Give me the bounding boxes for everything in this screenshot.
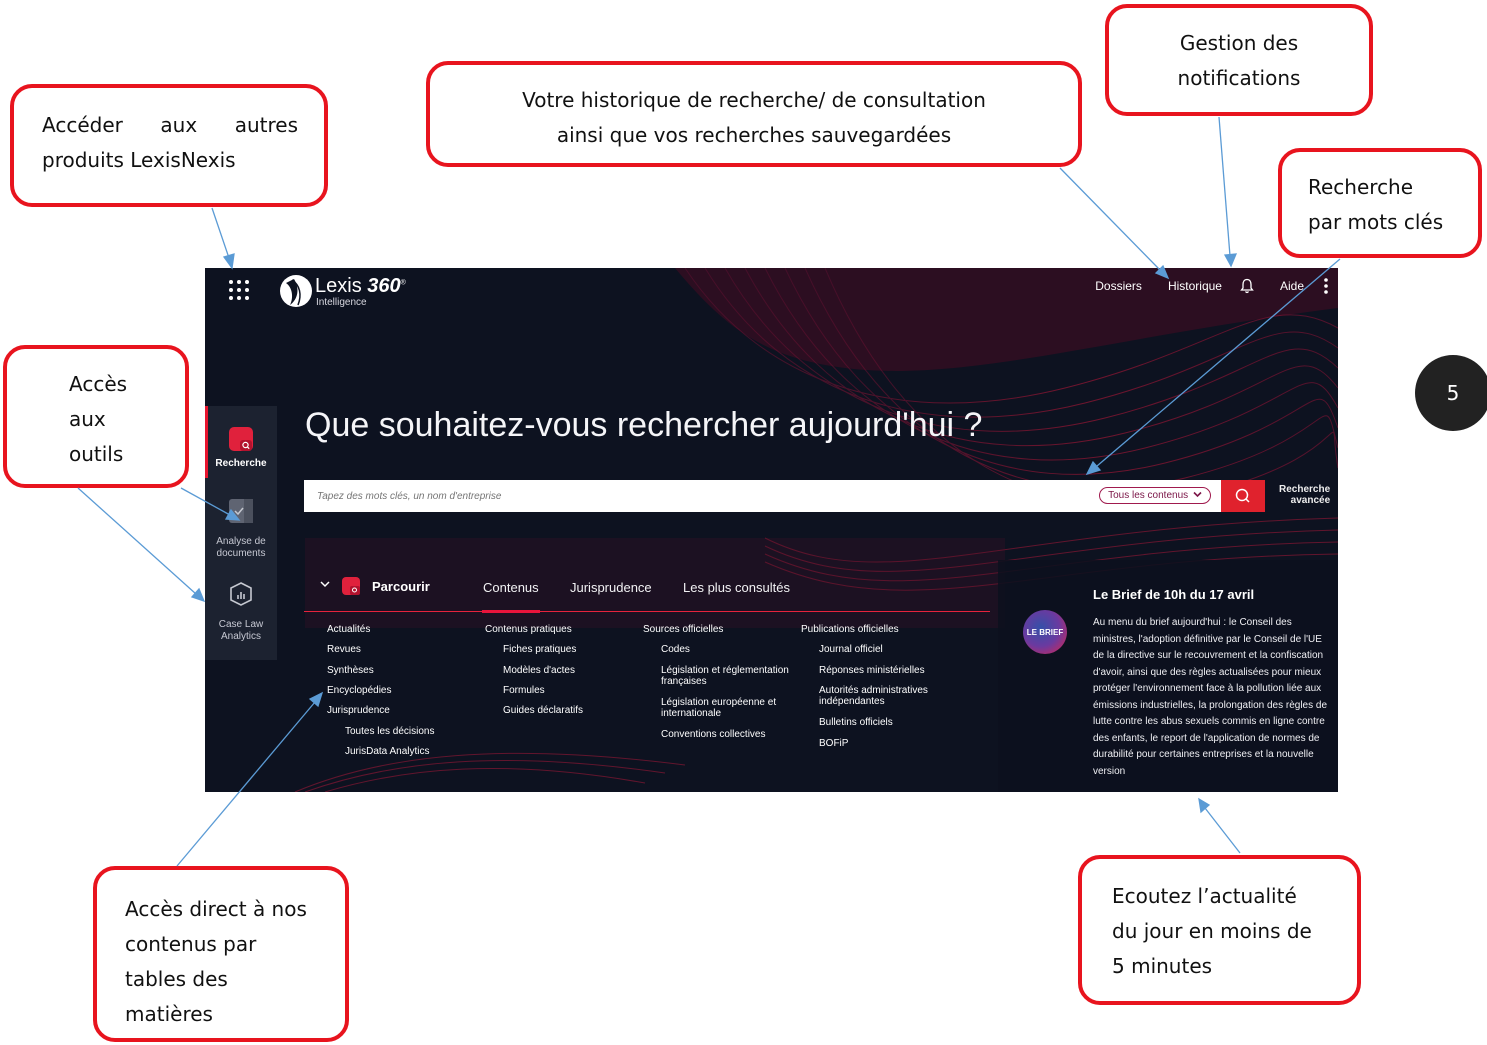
menu-subitem[interactable]: Réponses ministérielles <box>819 665 925 676</box>
menu-item[interactable]: Revues <box>327 644 361 655</box>
callout-text: Gestion des <box>1179 31 1299 55</box>
nav-historique[interactable]: Historique <box>1168 279 1222 293</box>
callout-text: Accès <box>69 372 128 396</box>
menu-subitem[interactable]: Codes <box>661 644 690 655</box>
callout-other-products: Accéder aux autres produits LexisNexis <box>10 84 328 207</box>
case-law-analytics-icon <box>230 582 252 606</box>
sidebar-label-caselaw-1: Case Law <box>218 619 264 630</box>
callout-brief: Ecoutez l’actualité du jour en moins de … <box>1078 855 1361 1005</box>
advanced-search-label-2: avancée <box>1290 495 1331 506</box>
callout-text: notifications <box>1177 66 1301 90</box>
menu-subitem[interactable]: Fiches pratiques <box>503 644 576 655</box>
nav-aide[interactable]: Aide <box>1280 279 1304 293</box>
page-number-badge: 5 <box>1415 355 1487 431</box>
brand-subtitle: Intelligence <box>316 297 367 308</box>
menu-item[interactable]: Encyclopédies <box>327 685 391 696</box>
callout-text: matières <box>125 1002 213 1026</box>
brand-name-text: Lexis <box>315 275 362 297</box>
menu-subitem[interactable]: Toutes les décisions <box>345 726 435 737</box>
callout-text: ainsi que vos recherches sauvegardées <box>556 123 952 147</box>
menu-subitem[interactable]: Formules <box>503 685 545 696</box>
browse-icon <box>342 577 360 595</box>
menu-item[interactable]: Synthèses <box>327 665 374 676</box>
brief-title[interactable]: Le Brief de 10h du 17 avril <box>1093 587 1254 602</box>
callout-text: tables des <box>125 967 228 991</box>
hero-title: Que souhaitez-vous rechercher aujourd'hu… <box>305 406 983 444</box>
sidebar-label-analyse-2: documents <box>216 548 266 559</box>
callout-text: contenus par <box>125 932 257 956</box>
menu-subitem[interactable]: Conventions collectives <box>661 729 766 740</box>
menu-subitem[interactable]: Autorités administratives indépendantes <box>819 685 943 707</box>
menu-subitem[interactable]: Guides déclaratifs <box>503 705 583 716</box>
sidebar-label-analyse-1: Analyse de <box>216 536 266 547</box>
brand-version: 360 <box>367 275 401 297</box>
bell-icon[interactable] <box>1240 278 1254 294</box>
callout-text: par mots clés <box>1308 210 1444 234</box>
apps-grid-icon[interactable] <box>227 278 251 302</box>
menu-subitem[interactable]: JurisData Analytics <box>345 746 429 757</box>
menu-item[interactable]: Publications officielles <box>801 624 899 635</box>
menu-subitem[interactable]: Journal officiel <box>819 644 883 655</box>
search-icon <box>1235 488 1250 503</box>
callout-text: produits LexisNexis <box>42 148 236 172</box>
content-scope-select[interactable]: Tous les contenus <box>1099 487 1211 504</box>
advanced-search-label-1: Recherche <box>1279 484 1331 495</box>
sidebar-label-recherche: Recherche <box>215 458 267 469</box>
brief-text: Au menu du brief aujourd'hui : le Consei… <box>1093 617 1328 777</box>
nav-dossiers[interactable]: Dossiers <box>1095 279 1142 293</box>
more-options-icon[interactable] <box>1324 278 1328 294</box>
search-input[interactable] <box>304 480 1094 512</box>
menu-subitem[interactable]: Législation européenne et internationale <box>661 697 785 719</box>
brief-logo[interactable]: LE BRIEF <box>1023 610 1067 654</box>
menu-subitem[interactable]: Législation et réglementation françaises <box>661 665 797 687</box>
callout-history: Votre historique de recherche/ de consul… <box>426 61 1082 167</box>
menu-subitem[interactable]: Bulletins officiels <box>819 717 893 728</box>
callout-table-of-contents: Accès direct à nos contenus par tables d… <box>93 866 349 1042</box>
document-analysis-icon <box>229 499 253 523</box>
callout-text: Ecoutez l’actualité <box>1112 884 1297 908</box>
sidebar-label-caselaw-2: Analytics <box>220 631 261 642</box>
chevron-down-icon <box>1193 491 1202 498</box>
callout-text: Accès direct à nos <box>125 897 307 921</box>
callout-notifications: Gestion des notifications <box>1105 4 1373 116</box>
tools-sidebar: Recherche Analyse de documents Case Law … <box>205 406 277 660</box>
menu-subitem[interactable]: Modèles d'actes <box>503 665 575 676</box>
collapse-chevron-icon[interactable] <box>320 580 330 588</box>
callout-keyword-search: Recherche par mots clés <box>1278 148 1482 258</box>
menu-item[interactable]: Sources officielles <box>643 624 723 635</box>
sidebar-item-recherche[interactable]: Recherche <box>205 426 277 470</box>
brief-panel: LE BRIEF Le Brief de 10h du 17 avril Au … <box>998 560 1338 792</box>
callout-text: Accéder aux autres <box>42 113 298 137</box>
lexis-logo-icon <box>280 275 312 307</box>
search-bar: Tous les contenus <box>304 480 1221 512</box>
browse-header: Parcourir Contenus Jurisprudence Les plu… <box>304 572 990 613</box>
menu-item[interactable]: Actualités <box>327 624 370 635</box>
search-button[interactable] <box>1221 480 1265 512</box>
callout-text: Recherche <box>1308 175 1414 199</box>
tab-contenus[interactable]: Contenus <box>482 580 540 613</box>
callout-text: aux <box>69 407 106 431</box>
tab-jurisprudence[interactable]: Jurisprudence <box>570 580 652 595</box>
brand-trademark: ® <box>400 279 406 287</box>
tab-plus-consultes[interactable]: Les plus consultés <box>683 580 790 595</box>
search-tool-icon <box>229 427 253 451</box>
menu-item[interactable]: Jurisprudence <box>327 705 390 716</box>
menu-item[interactable]: Contenus pratiques <box>485 624 572 635</box>
callout-text: du jour en moins de <box>1112 919 1312 943</box>
callout-tools: Accès aux outils <box>3 345 189 488</box>
top-navigation: Dossiers Historique Aide <box>1069 278 1328 294</box>
sidebar-item-caselaw[interactable]: Case Law Analytics <box>205 581 277 643</box>
browse-label: Parcourir <box>372 579 430 594</box>
scope-label: Tous les contenus <box>1108 490 1189 501</box>
callout-text: outils <box>69 442 124 466</box>
menu-subitem[interactable]: BOFiP <box>819 738 848 749</box>
callout-text: Votre historique de recherche/ de consul… <box>522 88 986 112</box>
callout-text: 5 minutes <box>1112 954 1213 978</box>
brand-name: Lexis 360® <box>315 275 406 298</box>
advanced-search-link[interactable]: Recherche avancée <box>1279 484 1330 506</box>
app-screenshot: Lexis 360® Intelligence Dossiers Histori… <box>205 268 1338 792</box>
sidebar-item-analyse[interactable]: Analyse de documents <box>205 498 277 560</box>
